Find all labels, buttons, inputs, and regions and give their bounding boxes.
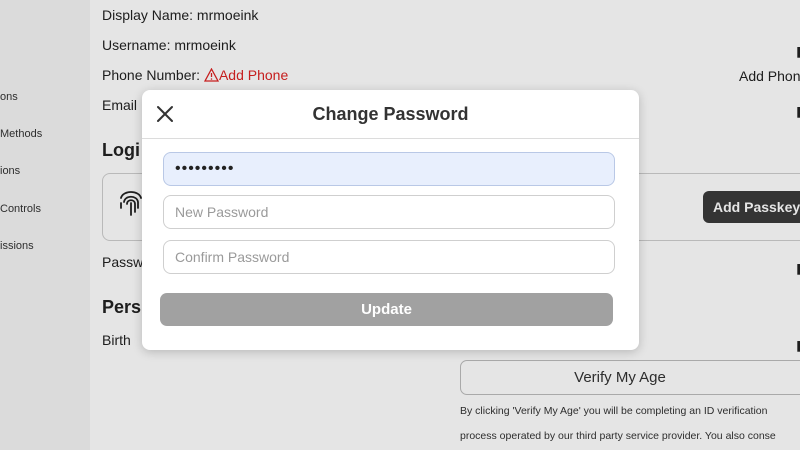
modal-header: Change Password [142,90,639,139]
update-button[interactable]: Update [160,293,613,326]
change-password-modal: Change Password Update [142,90,639,350]
current-password-field[interactable] [163,152,615,186]
confirm-password-field[interactable] [163,240,615,274]
new-password-field[interactable] [163,195,615,229]
modal-title: Change Password [312,104,469,124]
